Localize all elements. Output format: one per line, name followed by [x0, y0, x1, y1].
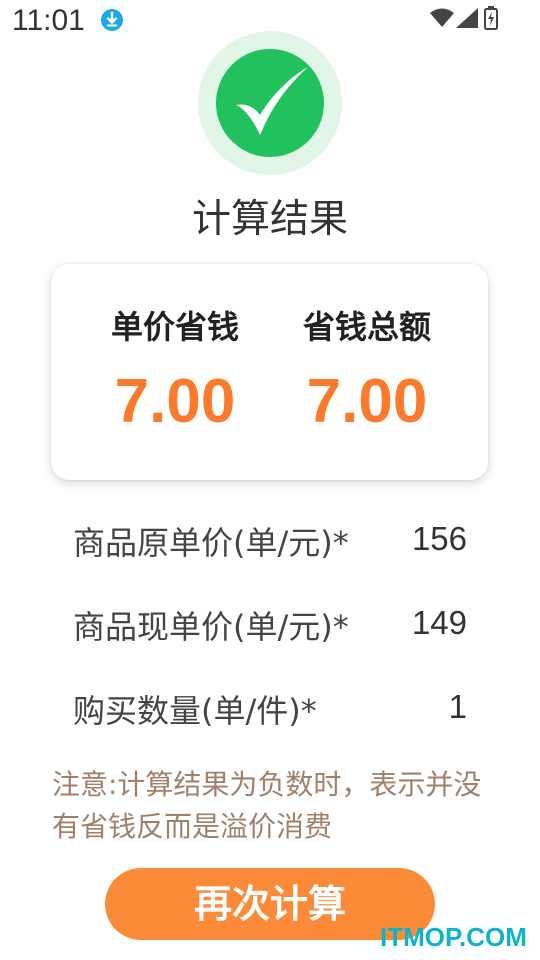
original-price-row: 商品原单价(单/元)* 156 — [0, 518, 540, 568]
summary-card: 单价省钱 7.00 省钱总额 7.00 — [51, 264, 488, 480]
unit-saving-value: 7.00 — [114, 367, 236, 436]
original-price-label: 商品原单价(单/元)* — [73, 524, 349, 562]
total-saving-value: 7.00 — [306, 367, 428, 436]
status-time: 11:01 — [12, 4, 85, 37]
negative-result-note: 注意:计算结果为负数时，表示并没有省钱反而是溢价消费 — [52, 768, 482, 843]
quantity-label: 购买数量(单/件)* — [73, 692, 317, 730]
current-price-row: 商品现单价(单/元)* 149 — [0, 602, 540, 652]
current-price-label: 商品现单价(单/元)* — [73, 608, 349, 646]
unit-saving-label: 单价省钱 — [110, 308, 239, 346]
battery-icon — [484, 6, 498, 34]
signal-icon — [456, 8, 478, 32]
success-check-icon — [198, 31, 342, 179]
quantity-value: 1 — [448, 688, 467, 725]
wifi-icon — [430, 8, 454, 32]
watermark: ITMOP.COM — [380, 922, 527, 952]
download-icon — [100, 8, 124, 36]
quantity-row: 购买数量(单/件)* 1 — [0, 686, 540, 736]
current-price-value: 149 — [411, 604, 467, 641]
result-title: 计算结果 — [191, 197, 348, 242]
total-saving-label: 省钱总额 — [302, 308, 431, 346]
original-price-value: 156 — [411, 520, 467, 557]
